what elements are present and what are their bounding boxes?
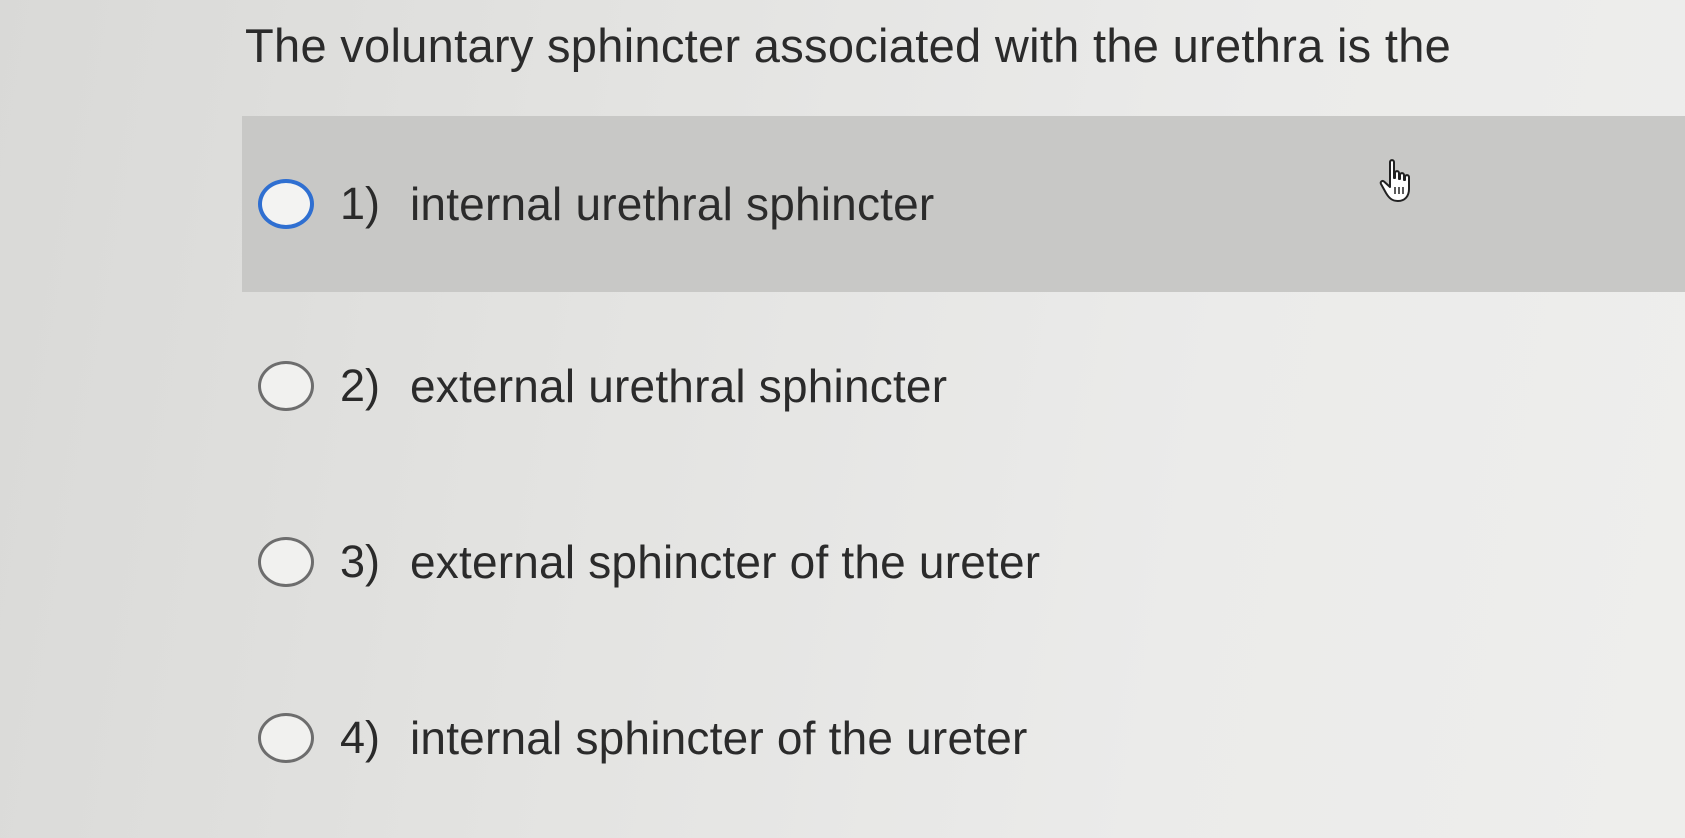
option-number-4: 4)	[340, 712, 381, 763]
hand-pointer-icon	[1379, 159, 1410, 202]
option-2[interactable]: 2) external urethral sphincter	[242, 298, 1685, 474]
option-number-2: 2)	[340, 360, 381, 411]
radio-button-1[interactable]	[258, 179, 314, 229]
option-label-3: external sphincter of the ureter	[410, 536, 1041, 588]
option-label-1: internal urethral sphincter	[410, 178, 935, 230]
option-number-1: 1)	[340, 178, 381, 229]
radio-button-2[interactable]	[258, 361, 314, 411]
answer-options: 1) internal urethral sphincter 2) extern…	[0, 0, 1685, 838]
radio-button-3[interactable]	[258, 537, 314, 587]
option-3[interactable]: 3) external sphincter of the ureter	[242, 474, 1685, 650]
option-label-2: external urethral sphincter	[410, 360, 948, 412]
option-4[interactable]: 4) internal sphincter of the ureter	[242, 650, 1685, 826]
option-label-4: internal sphincter of the ureter	[410, 712, 1028, 764]
option-number-3: 3)	[340, 536, 381, 587]
option-1[interactable]: 1) internal urethral sphincter	[242, 116, 1685, 292]
radio-button-4[interactable]	[258, 713, 314, 763]
